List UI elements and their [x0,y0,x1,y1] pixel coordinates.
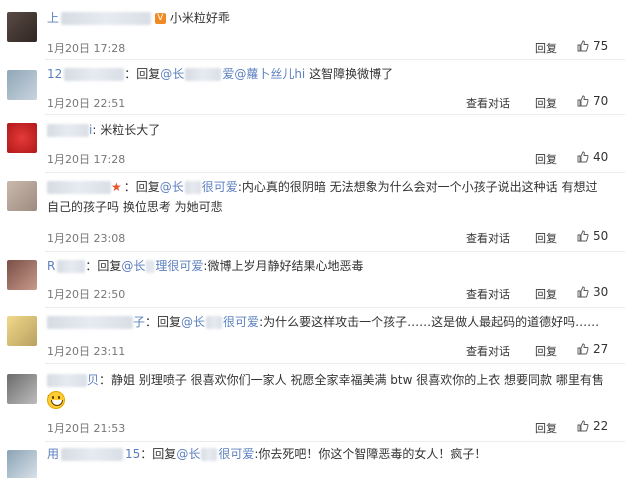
username[interactable]: R [47,259,86,273]
reply-prefix: ：回复 [140,447,177,461]
comment-time: 1月20日 22:51 [47,97,126,110]
reply-prefix: ：回复 [123,180,160,194]
username[interactable]: 用 15 [47,447,140,461]
reply-prefix: ：回复 [124,67,161,81]
avatar[interactable] [7,316,37,346]
avatar[interactable] [7,260,37,290]
mention-link[interactable]: @长 很可爱 [160,180,238,194]
like-button[interactable]: 22 [577,419,608,435]
comment-content: 米粒长大了 [100,123,161,137]
reply-button[interactable]: 回复 [535,40,557,56]
like-count: 27 [593,342,609,356]
like-count: 40 [593,150,609,164]
like-count: 75 [593,39,609,53]
reply-button[interactable]: 回复 [535,343,557,359]
mention-link[interactable]: @长 很可爱 [176,447,254,461]
username[interactable]: 贝 [47,373,99,387]
comment-item: R ：回复@长 理很可爱:微博上岁月静好结果心地恶毒 1月20日 22:50 查看对… [0,252,625,308]
like-button[interactable]: 75 [577,39,608,55]
like-button[interactable]: 50 [577,229,608,245]
thumbs-up-icon [577,230,589,245]
comment-item: 12 ：回复@长 爱@蘿卜丝儿hi 这智障换微博了 1月20日 22:51 查看对话… [0,60,625,115]
thumbs-up-icon [577,286,589,301]
comment-item: 子：回复@长 很可爱:为什么要这样攻击一个孩子……这是做人最起码的道德好吗…… 1… [0,308,625,364]
view-thread-button[interactable]: 查看对话 [466,230,510,246]
comment-time: 1月20日 21:53 [47,422,126,435]
comment-text: 贝：静姐 别理喷子 很喜欢你们一家人 祝愿全家幸福美满 btw 很喜欢你的上衣 … [47,370,607,410]
thumbs-up-icon [577,343,589,358]
reply-prefix: ：回复 [85,259,122,273]
view-thread-button[interactable]: 查看对话 [466,343,510,359]
comment-content: 微博上岁月静好结果心地恶毒 [207,259,364,273]
avatar[interactable] [7,450,37,478]
like-count: 30 [593,285,609,299]
avatar[interactable] [7,181,37,211]
comment-content: 你去死吧！你这个智障恶毒的女人！疯子！ [258,447,487,461]
comment-time: 1月20日 17:28 [47,42,126,55]
username[interactable]: 子 [47,315,145,329]
thumbs-up-icon [577,40,589,55]
comment-item: 贝：静姐 别理喷子 很喜欢你们一家人 祝愿全家幸福美满 btw 很喜欢你的上衣 … [0,364,625,442]
comment-item: ★ ：回复@长 很可爱:内心真的很阴暗 无法想象为什么会对一个小孩子说出这种话 有想… [0,173,625,252]
view-thread-button[interactable]: 查看对话 [466,286,510,302]
username[interactable]: 12 [47,67,125,81]
like-button[interactable]: 27 [577,342,608,358]
verified-badge-icon: V [154,13,166,24]
comment-content: 静姐 别理喷子 很喜欢你们一家人 祝愿全家幸福美满 btw 很喜欢你的上衣 想要… [47,373,604,407]
avatar[interactable] [7,123,37,153]
reply-prefix: ：回复 [145,315,182,329]
comment-text: R ：回复@长 理很可爱:微博上岁月静好结果心地恶毒 [47,259,364,273]
like-button[interactable]: 30 [577,285,608,301]
mention-link[interactable]: @长 理很可爱 [121,259,203,273]
comment-time: 1月20日 23:11 [47,345,126,358]
comment-time: 1月20日 17:28 [47,153,126,166]
mention-link[interactable]: @长爱 [160,67,234,81]
comment-content: 这智障换微博了 [309,67,394,81]
view-thread-button[interactable]: 查看对话 [466,95,510,111]
like-count: 50 [593,229,609,243]
comment-text: 子：回复@长 很可爱:为什么要这样攻击一个孩子……这是做人最起码的道德好吗…… [47,312,599,332]
reply-button[interactable]: 回复 [535,151,557,167]
avatar[interactable] [7,70,37,100]
comment-list: 上 V 小米粒好乖 1月20日 17:28 回复 75 12 ：回复@长 爱@蘿卜丝儿… [0,0,625,478]
comment-text: ★ ：回复@长 很可爱:内心真的很阴暗 无法想象为什么会对一个小孩子说出这种话 有想… [47,180,598,214]
mention-link-2[interactable]: @蘿卜丝儿hi [234,67,305,81]
avatar[interactable] [7,374,37,404]
thumbs-up-icon [577,420,589,435]
comment-text: 12 ：回复@长 爱@蘿卜丝儿hi 这智障换微博了 [47,64,393,84]
like-button[interactable]: 70 [577,94,608,110]
like-count: 22 [593,419,609,433]
reply-button[interactable]: 回复 [535,286,557,302]
username[interactable]: i [47,123,92,137]
thumbs-up-icon [577,95,589,110]
thumbs-up-icon [577,151,589,166]
reply-button[interactable]: 回复 [535,420,557,436]
comment-time: 1月20日 22:50 [47,288,126,301]
reply-button[interactable]: 回复 [535,230,557,246]
like-count: 70 [593,94,609,108]
grin-emoji-icon [47,391,65,409]
username[interactable] [47,180,111,194]
star-icon: ★ [111,180,122,194]
comment-item: 用 15：回复@长 很可爱:你去死吧！你这个智障恶毒的女人！疯子！ [0,442,625,478]
comment-content: 为什么要这样攻击一个孩子……这是做人最起码的道德好吗…… [263,315,600,329]
reply-button[interactable]: 回复 [535,95,557,111]
comment-content: 小米粒好乖 [169,11,230,25]
comment-text: 用 15：回复@长 很可爱:你去死吧！你这个智障恶毒的女人！疯子！ [47,447,487,461]
comment-text: 上 V 小米粒好乖 [47,8,230,28]
comment-item: 上 V 小米粒好乖 1月20日 17:28 回复 75 [0,0,625,60]
username[interactable]: 上 [47,11,152,25]
comment-item: i: 米粒长大了 1月20日 17:28 回复 40 [0,115,625,173]
like-button[interactable]: 40 [577,150,608,166]
avatar[interactable] [7,12,37,42]
comment-text: i: 米粒长大了 [47,120,160,140]
comment-time: 1月20日 23:08 [47,232,126,245]
mention-link[interactable]: @长 很可爱 [181,315,259,329]
